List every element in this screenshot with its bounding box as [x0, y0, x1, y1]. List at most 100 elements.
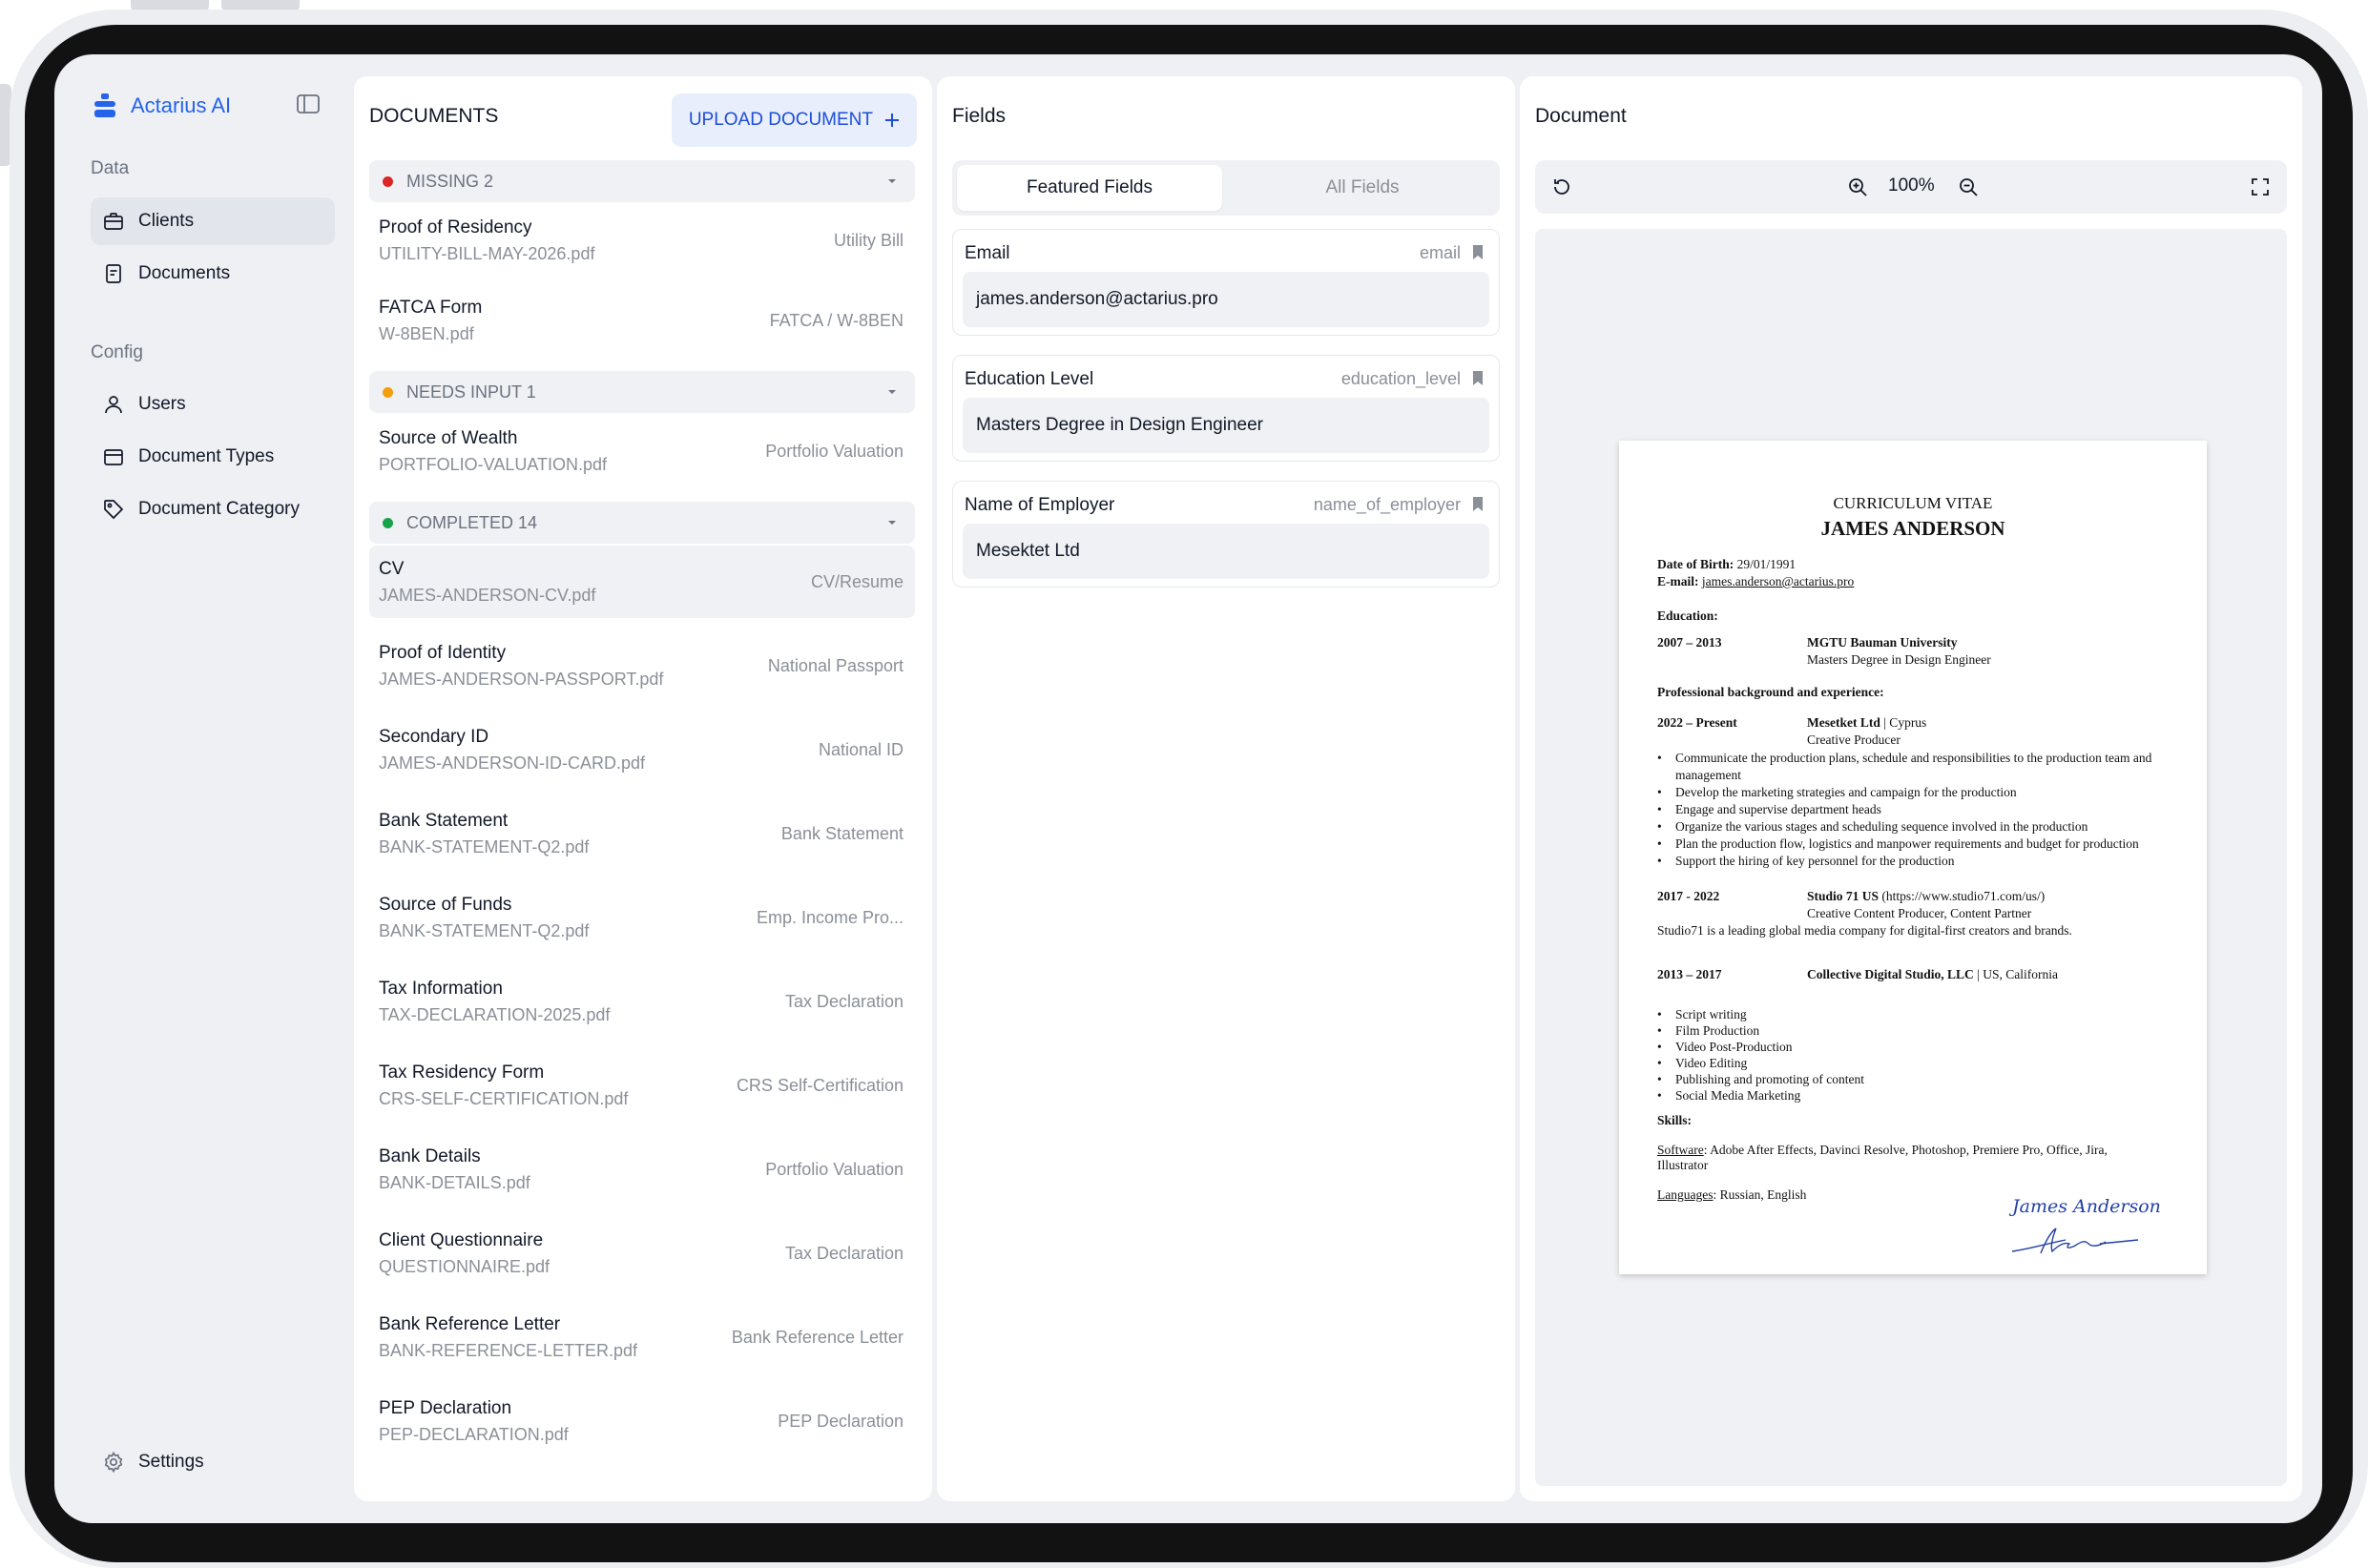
app-screen: Actarius AI Data Clients Documents Confi…	[54, 54, 2322, 1523]
document-name: Bank Reference Letter	[379, 1314, 561, 1334]
cv-bullet: Video Post-Production	[1657, 1040, 1793, 1055]
document-name: Tax Residency Form	[379, 1063, 545, 1083]
sidebar-item-label: Document Category	[138, 499, 300, 519]
section-label-data: Data	[91, 158, 130, 178]
document-row[interactable]: Proof of Identity JAMES-ANDERSON-PASSPOR…	[369, 629, 915, 702]
document-file: QUESTIONNAIRE.pdf	[379, 1257, 550, 1276]
bookmark-icon[interactable]	[1472, 496, 1484, 512]
tab-featured-fields[interactable]: Featured Fields	[957, 165, 1222, 211]
document-row[interactable]: Tax Information TAX-DECLARATION-2025.pdf…	[369, 965, 915, 1038]
cv-dob: 29/01/1991	[1736, 557, 1797, 571]
cv-bullet: Develop the marketing strategies and cam…	[1657, 785, 2017, 800]
document-row[interactable]: Source of Wealth PORTFOLIO-VALUATION.pdf…	[369, 415, 915, 487]
cv-education-label: Education:	[1657, 609, 1718, 623]
document-viewer-panel: Document 100% CURRICULUM VITAE JAMES AND…	[1520, 76, 2302, 1501]
sidebar-item-documents[interactable]: Documents	[91, 250, 335, 298]
group-header-needs-input[interactable]: NEEDS INPUT 1	[369, 371, 915, 413]
sidebar-item-clients[interactable]: Clients	[91, 197, 335, 245]
document-type: CV/Resume	[810, 572, 904, 591]
cv-bullet: Communicate the production plans, schedu…	[1657, 751, 2151, 766]
zoom-out-icon[interactable]	[1957, 175, 1980, 198]
sidebar: Actarius AI Data Clients Documents Confi…	[54, 54, 354, 1523]
cv-job2-header: Studio 71 US (https://www.studio71.com/u…	[1807, 889, 2045, 904]
document-file: BANK-STATEMENT-Q2.pdf	[379, 837, 590, 856]
sidebar-item-document-category[interactable]: Document Category	[91, 485, 335, 533]
document-type: National Passport	[767, 656, 904, 675]
document-type: FATCA / W-8BEN	[769, 311, 904, 330]
fullscreen-icon[interactable]	[2249, 175, 2272, 198]
document-row[interactable]: Client Questionnaire QUESTIONNAIRE.pdf T…	[369, 1217, 915, 1289]
cv-languages-label: Languages	[1657, 1187, 1714, 1202]
cv-software: : Adobe After Effects, Davinci Resolve, …	[1703, 1143, 2108, 1157]
tag-icon	[104, 500, 124, 520]
group-header-missing[interactable]: MISSING 2	[369, 160, 915, 202]
group-label: MISSING 2	[406, 171, 494, 191]
cv-bullet: Social Media Marketing	[1657, 1088, 1800, 1104]
cv-bullet: Script writing	[1657, 1007, 1747, 1022]
cv-job1-company: Mesetket Ltd	[1807, 715, 1880, 730]
chevron-down-icon	[888, 521, 896, 525]
documents-panel: DOCUMENTS UPLOAD DOCUMENT MISSING 2 Proo…	[354, 76, 932, 1501]
document-row[interactable]: Bank Details BANK-DETAILS.pdf Portfolio …	[369, 1133, 915, 1206]
plus-icon	[885, 113, 899, 127]
document-type: Portfolio Valuation	[765, 442, 904, 461]
field-value-email[interactable]: james.anderson@actarius.pro	[963, 272, 1489, 327]
document-name: Secondary ID	[379, 727, 489, 747]
cv-edu-degree: Masters Degree in Design Engineer	[1807, 652, 1991, 667]
document-icon	[106, 264, 121, 283]
brand[interactable]: Actarius AI	[93, 93, 231, 119]
document-row[interactable]: Bank Statement BANK-STATEMENT-Q2.pdf Ban…	[369, 797, 915, 870]
tab-all-fields[interactable]: All Fields	[1230, 165, 1495, 211]
group-header-completed[interactable]: COMPLETED 14	[369, 502, 915, 544]
cv-dob-line: Date of Birth: 29/01/1991	[1657, 557, 1796, 572]
document-row[interactable]: FATCA Form W-8BEN.pdf FATCA / W-8BEN	[369, 284, 915, 357]
cv-job2-desc: Studio71 is a leading global media compa…	[1657, 923, 2072, 938]
field-value-name-of-employer[interactable]: Mesektet Ltd	[963, 524, 1489, 579]
document-file: PORTFOLIO-VALUATION.pdf	[379, 455, 608, 474]
brand-name: Actarius AI	[131, 93, 232, 117]
document-row[interactable]: Source of Funds BANK-STATEMENT-Q2.pdf Em…	[369, 881, 915, 954]
sidebar-item-users[interactable]: Users	[91, 381, 335, 428]
cv-job1-header: Mesetket Ltd | Cyprus	[1807, 715, 1926, 731]
cv-dob-label: Date of Birth:	[1657, 557, 1734, 571]
zoom-in-icon[interactable]	[1846, 175, 1869, 198]
document-canvas[interactable]: CURRICULUM VITAE JAMES ANDERSON Date of …	[1535, 229, 2287, 1486]
cv-job1-years: 2022 – Present	[1657, 715, 1737, 730]
rotate-icon[interactable]	[1550, 175, 1573, 198]
document-row[interactable]: PEP Declaration PEP-DECLARATION.pdf PEP …	[369, 1385, 915, 1457]
upload-document-label: UPLOAD DOCUMENT	[688, 110, 873, 130]
document-file: UTILITY-BILL-MAY-2026.pdf	[379, 244, 595, 263]
field-value-education-level[interactable]: Masters Degree in Design Engineer	[963, 398, 1489, 453]
cv-heading: CURRICULUM VITAE	[1833, 494, 1993, 512]
cv-bullet: Engage and supervise department heads	[1657, 802, 1881, 817]
field-label: Education Level	[965, 369, 1094, 389]
cv-job1-location: | Cyprus	[1880, 715, 1927, 730]
cv-languages-line: Languages: Russian, English	[1657, 1187, 1806, 1203]
upload-document-button[interactable]: UPLOAD DOCUMENT	[671, 93, 917, 147]
sidebar-item-label: Document Types	[138, 446, 275, 466]
cv-job3-header: Collective Digital Studio, LLC | US, Cal…	[1807, 967, 2058, 982]
user-icon	[105, 396, 122, 414]
document-file: JAMES-ANDERSON-CV.pdf	[379, 586, 596, 605]
cv-software-line: Software: Adobe After Effects, Davinci R…	[1657, 1143, 2108, 1158]
sidebar-item-settings[interactable]: Settings	[91, 1438, 335, 1486]
document-type: Bank Statement	[780, 824, 904, 843]
bookmark-icon[interactable]	[1472, 370, 1484, 386]
documents-title: DOCUMENTS	[369, 105, 499, 127]
document-row[interactable]: Bank Reference Letter BANK-REFERENCE-LET…	[369, 1301, 915, 1373]
cv-edu-years: 2007 – 2013	[1657, 635, 1722, 650]
sidebar-item-document-types[interactable]: Document Types	[91, 433, 335, 481]
document-row[interactable]: Secondary ID JAMES-ANDERSON-ID-CARD.pdf …	[369, 713, 915, 786]
document-row[interactable]: Proof of Residency UTILITY-BILL-MAY-2026…	[369, 204, 915, 277]
gear-icon	[104, 1451, 123, 1474]
document-row[interactable]: Tax Residency Form CRS-SELF-CERTIFICATIO…	[369, 1049, 915, 1122]
cv-bullet: Organize the various stages and scheduli…	[1657, 819, 2088, 835]
cv-skills-label: Skills:	[1657, 1113, 1693, 1127]
bookmark-icon[interactable]	[1472, 244, 1484, 260]
sidebar-collapse-icon[interactable]	[297, 94, 320, 113]
document-name: Source of Funds	[379, 895, 512, 915]
document-file: BANK-DETAILS.pdf	[379, 1173, 530, 1192]
document-row-selected[interactable]: CV JAMES-ANDERSON-CV.pdf CV/Resume	[369, 546, 915, 618]
fields-panel: Fields Featured Fields All Fields Email …	[937, 76, 1515, 1501]
document-type: Emp. Income Pro...	[756, 908, 904, 927]
